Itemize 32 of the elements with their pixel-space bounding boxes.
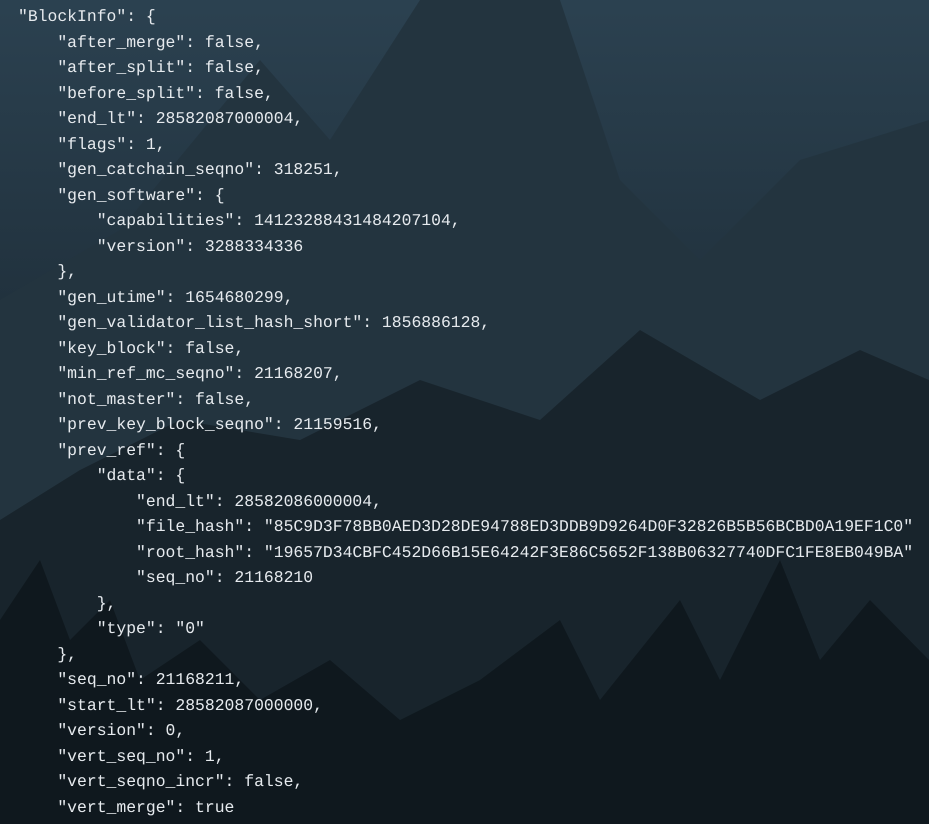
code-line: "gen_utime": 1654680299, (57, 286, 294, 308)
code-line: "start_lt": 28582087000000, (57, 694, 323, 716)
code-line: "after_merge": false, (57, 32, 264, 54)
code-line: "vert_merge": true (57, 796, 234, 818)
code-line: "seq_no": 21168211, (57, 669, 244, 691)
code-line: "version": 0, (57, 720, 186, 742)
code-line: "seq_no": 21168210 (136, 567, 314, 589)
code-line: }, (96, 592, 116, 614)
code-line: "gen_validator_list_hash_short": 1856886128, (57, 312, 490, 334)
code-line: "not_master": false, (57, 388, 254, 410)
code-line: "gen_catchain_seqno": 318251, (57, 159, 343, 181)
code-line: "end_lt": 28582086000004, (136, 490, 382, 512)
code-line: "end_lt": 28582087000004, (57, 108, 304, 130)
code-line: "type": "0" (96, 618, 205, 640)
code-line: "after_split": false, (57, 57, 264, 79)
code-line: "gen_software": { (57, 184, 225, 206)
code-line: "capabilities": 14123288431484207104, (96, 210, 461, 232)
code-line: "flags": 1, (57, 134, 166, 156)
code-line: "file_hash": "85C9D3F78BB0AED3D28DE94788ED3DDB9D9264D0F32826B5B56BCBD0A19EF1C0" (136, 516, 914, 538)
code-line: "version": 3288334336 (96, 236, 304, 258)
code-line: "root_hash": "19657D34CBFC452D66B15E64242F3E86C5652F138B06327740DFC1FE8EB049BA" (136, 542, 914, 564)
code-line: "data": { (96, 465, 186, 487)
code-line: "vert_seqno_incr": false, (57, 771, 304, 793)
code-line: "key_block": false, (57, 338, 244, 360)
code-line: "min_ref_mc_seqno": 21168207, (57, 363, 343, 385)
code-line: }, (57, 261, 78, 283)
code-line: "BlockInfo": { (18, 6, 156, 28)
code-line: }, (57, 644, 78, 666)
code-line: "before_split": false, (57, 82, 274, 104)
code-line: "vert_seq_no": 1, (57, 746, 225, 768)
code-line: "prev_key_block_seqno": 21159516, (57, 414, 382, 436)
code-line: "prev_ref": { (57, 440, 186, 462)
